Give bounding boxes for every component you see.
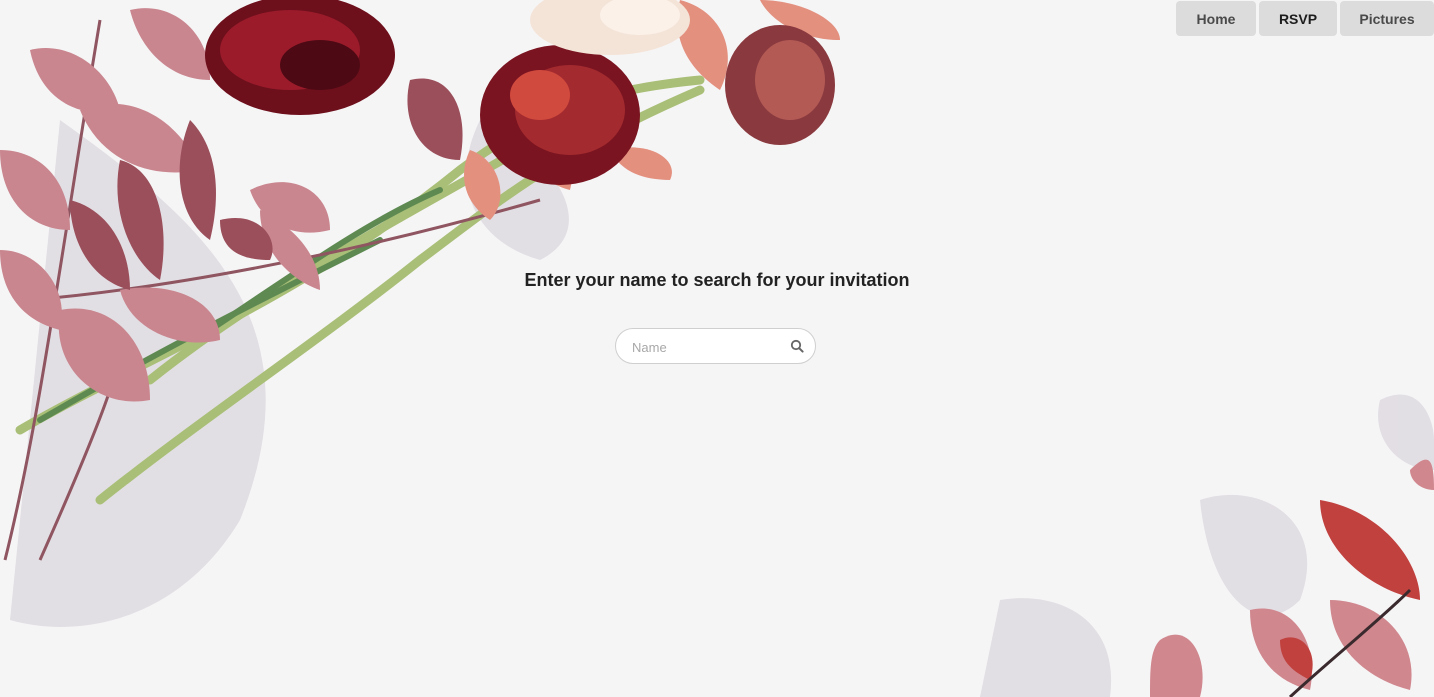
name-search-box bbox=[615, 328, 816, 365]
rsvp-page: Home RSVP Pictures Enter your name to se… bbox=[0, 0, 1434, 697]
name-search-input[interactable] bbox=[630, 329, 794, 365]
nav-home-button[interactable]: Home bbox=[1176, 1, 1256, 36]
main-content: Enter your name to search for your invit… bbox=[0, 0, 1434, 697]
top-navigation: Home RSVP Pictures bbox=[1176, 1, 1434, 36]
nav-rsvp-button[interactable]: RSVP bbox=[1259, 1, 1337, 36]
search-icon[interactable] bbox=[790, 339, 804, 353]
page-heading: Enter your name to search for your invit… bbox=[524, 270, 910, 290]
nav-pictures-button[interactable]: Pictures bbox=[1340, 1, 1434, 36]
